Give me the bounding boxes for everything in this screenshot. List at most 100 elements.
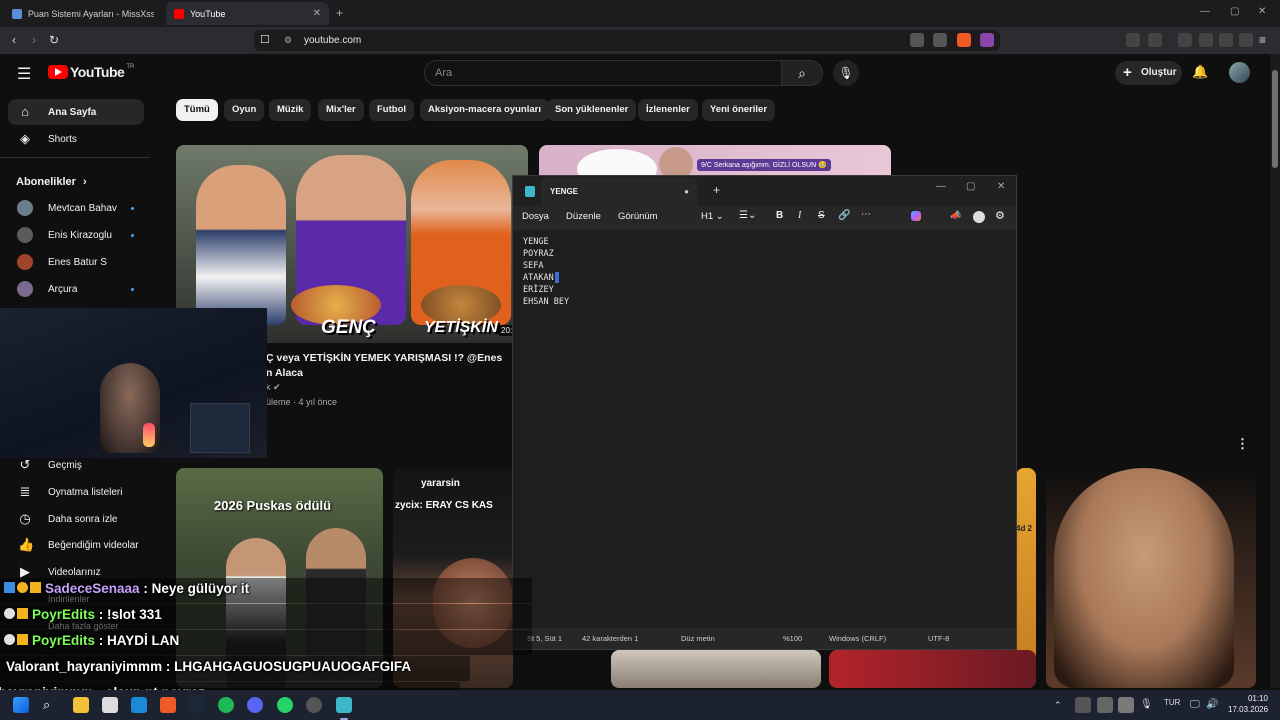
chip[interactable]: Müzik	[269, 99, 312, 121]
brave-shield-icon[interactable]	[957, 33, 971, 47]
wallet-icon[interactable]	[1199, 33, 1213, 47]
notepad-taskbar-icon[interactable]	[336, 697, 352, 713]
url-field[interactable]: ☐ ⚙ youtube.com	[254, 30, 1000, 51]
file-explorer-icon[interactable]	[73, 697, 89, 713]
scrollbar-thumb[interactable]	[1272, 70, 1278, 168]
new-tab-icon[interactable]: +	[336, 6, 343, 20]
screenshot-icon[interactable]	[1148, 33, 1162, 47]
spotify-icon[interactable]	[218, 697, 234, 713]
account-avatar[interactable]	[1229, 62, 1250, 83]
new-tab-icon[interactable]: +	[713, 183, 720, 197]
extensions-icon[interactable]	[1126, 33, 1140, 47]
network-icon[interactable]: 🖵	[1190, 697, 1206, 713]
sidebar-subscription[interactable]: Mevtcan Bahav	[8, 195, 144, 221]
line-ending[interactable]: Windows (CRLF)	[829, 634, 886, 643]
clock[interactable]: 01:10 17.03.2026	[1228, 693, 1268, 715]
chip[interactable]: Mix'ler	[318, 99, 364, 121]
brave-icon[interactable]	[160, 697, 176, 713]
heading-select[interactable]: H1 ⌄	[701, 211, 724, 222]
chip[interactable]: İzlenenler	[638, 99, 698, 121]
sidebar-subscription[interactable]: Arçura	[8, 276, 144, 302]
back-icon[interactable]: ‹	[5, 31, 23, 49]
chip[interactable]: Aksiyon-macera oyunları	[420, 99, 549, 121]
create-button[interactable]: + Oluştur	[1115, 61, 1182, 85]
notepad-editor[interactable]: YENGE POYRAZ SEFA ATAKAN ERİZEY EHSAN BE…	[513, 230, 1016, 630]
app-icon[interactable]	[102, 697, 118, 713]
vpn-icon[interactable]	[1239, 33, 1253, 47]
announcement-icon[interactable]: 📣	[950, 210, 961, 221]
obs-icon[interactable]	[306, 697, 322, 713]
leo-ai-icon[interactable]	[1219, 33, 1233, 47]
cast-icon[interactable]	[910, 33, 924, 47]
sidebar-item-liked-videos[interactable]: 👍 Beğendiğim videolar	[8, 532, 144, 558]
browser-tab-active[interactable]: YouTube ✕	[166, 2, 329, 25]
browser-tab[interactable]: Puan Sistemi Ayarları - MissXss AI B...	[4, 2, 162, 25]
short-thumbnail[interactable]	[1046, 468, 1256, 688]
sidebar-item-playlists[interactable]: ≣ Oynatma listeleri	[8, 479, 144, 505]
volume-icon[interactable]: 🔊	[1206, 697, 1222, 713]
search-button[interactable]: ⌕	[781, 60, 823, 86]
hamburger-menu-icon[interactable]: ☰	[17, 64, 31, 84]
short-thumbnail[interactable]	[829, 650, 1036, 688]
text-format[interactable]: Düz metin	[681, 634, 715, 643]
search-icon[interactable]: ⌕	[43, 697, 59, 713]
search-input[interactable]: Ara	[424, 60, 782, 86]
more-icon[interactable]: ⋯	[861, 209, 871, 220]
chip[interactable]: Oyun	[224, 99, 265, 121]
account-icon[interactable]	[973, 211, 985, 223]
link-icon[interactable]: 🔗	[838, 210, 850, 221]
minimize-window-icon[interactable]: —	[1200, 6, 1210, 17]
sidebar-item-home[interactable]: ⌂ Ana Sayfa	[8, 99, 144, 125]
brave-rewards-icon[interactable]	[980, 33, 994, 47]
chip[interactable]: Futbol	[369, 99, 415, 121]
menu-view[interactable]: Görünüm	[618, 211, 658, 222]
menu-icon[interactable]: ≡	[1259, 33, 1273, 47]
tray-app-icon[interactable]	[1097, 697, 1113, 713]
chip-all[interactable]: Tümü	[176, 99, 218, 121]
reload-icon[interactable]: ↻	[45, 31, 63, 49]
minimize-icon[interactable]: —	[936, 181, 946, 192]
more-options-icon[interactable]: ⋮	[1236, 436, 1249, 452]
discord-icon[interactable]	[247, 697, 263, 713]
edge-icon[interactable]	[131, 697, 147, 713]
list-icon[interactable]: ☰⌄	[739, 210, 756, 221]
copilot-icon[interactable]	[911, 211, 921, 221]
share-icon[interactable]	[933, 33, 947, 47]
encoding[interactable]: UTF-8	[928, 634, 949, 643]
bookmark-icon[interactable]: ☐	[260, 30, 270, 51]
microphone-icon[interactable]: 🎙	[1140, 697, 1156, 713]
sidebar-item-shorts[interactable]: ◈ Shorts	[8, 126, 144, 152]
menu-edit[interactable]: Düzenle	[566, 211, 601, 222]
video-title[interactable]: Ç veya YETİŞKİN YEMEK YARIŞMASI !? @Enes…	[266, 351, 502, 381]
menu-file[interactable]: Dosya	[522, 211, 549, 222]
steam-icon[interactable]	[189, 697, 205, 713]
close-window-icon[interactable]: ✕	[1258, 6, 1266, 17]
language-indicator[interactable]: TUR	[1164, 698, 1180, 707]
sidebar-item-watch-later[interactable]: ◷ Daha sonra izle	[8, 506, 144, 532]
subscriptions-header[interactable]: Abonelikler ›	[16, 176, 87, 188]
strikethrough-icon[interactable]: S	[818, 210, 825, 221]
sidebar-icon[interactable]	[1178, 33, 1192, 47]
maximize-window-icon[interactable]: ▢	[1230, 6, 1239, 17]
tray-app-icon[interactable]	[1075, 697, 1091, 713]
voice-search-button[interactable]: 🎙	[833, 60, 859, 86]
chip[interactable]: Son yüklenenler	[547, 99, 637, 121]
forward-icon[interactable]: ›	[25, 31, 43, 49]
windows-start-icon[interactable]	[13, 697, 29, 713]
sidebar-subscription[interactable]: Enes Batur S	[8, 249, 144, 275]
settings-gear-icon[interactable]: ⚙	[995, 209, 1005, 222]
bold-icon[interactable]: B	[776, 210, 783, 221]
chip[interactable]: Yeni öneriler	[702, 99, 776, 121]
whatsapp-icon[interactable]	[277, 697, 293, 713]
youtube-logo[interactable]: YouTube TR	[48, 64, 134, 80]
notifications-bell-icon[interactable]: 🔔	[1192, 64, 1208, 80]
notepad-tab[interactable]: YENGE ●	[541, 178, 697, 206]
unsaved-dot-icon[interactable]: ●	[684, 178, 689, 206]
tray-app-icon[interactable]	[1118, 697, 1134, 713]
zoom-level[interactable]: %100	[783, 634, 802, 643]
site-info-icon[interactable]: ⚙	[284, 30, 292, 51]
close-icon[interactable]: ✕	[997, 181, 1005, 192]
short-thumbnail[interactable]	[611, 650, 821, 688]
close-tab-icon[interactable]: ✕	[313, 8, 321, 19]
italic-icon[interactable]: I	[798, 210, 801, 221]
